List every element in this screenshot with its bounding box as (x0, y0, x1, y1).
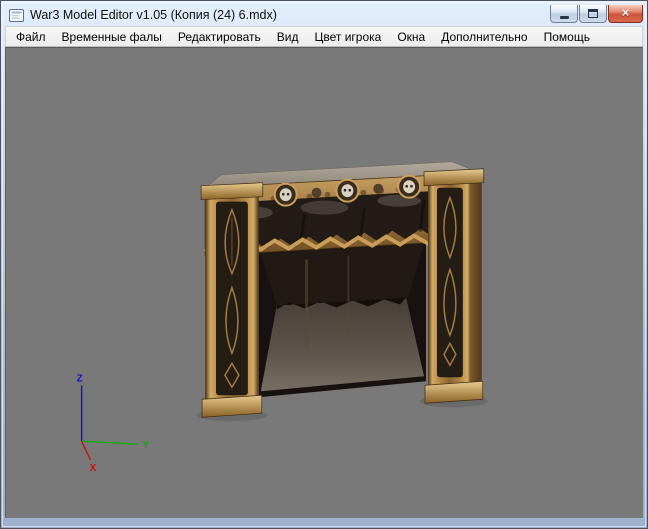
model-structure (196, 161, 488, 422)
y-axis-label: Y (142, 440, 149, 451)
window-controls: × (550, 4, 643, 23)
menu-view[interactable]: Вид (269, 27, 307, 47)
y-axis-line (81, 440, 139, 445)
left-pillar (200, 182, 264, 418)
maximize-button[interactable] (579, 4, 607, 23)
title-bar[interactable]: War3 Model Editor v1.05 (Копия (24) 6.md… (1, 1, 647, 26)
x-axis-label: X (90, 463, 97, 474)
minimize-button[interactable] (550, 4, 578, 23)
app-window: War3 Model Editor v1.05 (Копия (24) 6.md… (0, 0, 648, 529)
menu-extra[interactable]: Дополнительно (433, 27, 535, 47)
model-canvas: Z Y X (77, 161, 488, 474)
menu-bar: Файл Временные фалы Редактировать Вид Цв… (5, 26, 643, 47)
close-icon: × (621, 5, 630, 20)
x-axis-line (81, 440, 92, 461)
app-icon (9, 8, 24, 22)
menu-player-color[interactable]: Цвет игрока (306, 27, 389, 47)
close-button[interactable]: × (608, 4, 643, 23)
window-title: War3 Model Editor v1.05 (Копия (24) 6.md… (30, 8, 277, 22)
minimize-icon (559, 15, 569, 19)
menu-help[interactable]: Помощь (536, 27, 598, 47)
menu-temp-files[interactable]: Временные фалы (54, 27, 170, 47)
menu-file[interactable]: Файл (8, 27, 54, 47)
right-pillar (423, 168, 485, 404)
axis-gizmo: Z Y X (77, 373, 150, 474)
z-axis-label: Z (77, 373, 83, 384)
menu-edit[interactable]: Редактировать (170, 27, 269, 47)
maximize-icon (588, 8, 598, 18)
menu-windows[interactable]: Окна (389, 27, 433, 47)
viewport-3d[interactable]: Z Y X (5, 47, 643, 518)
